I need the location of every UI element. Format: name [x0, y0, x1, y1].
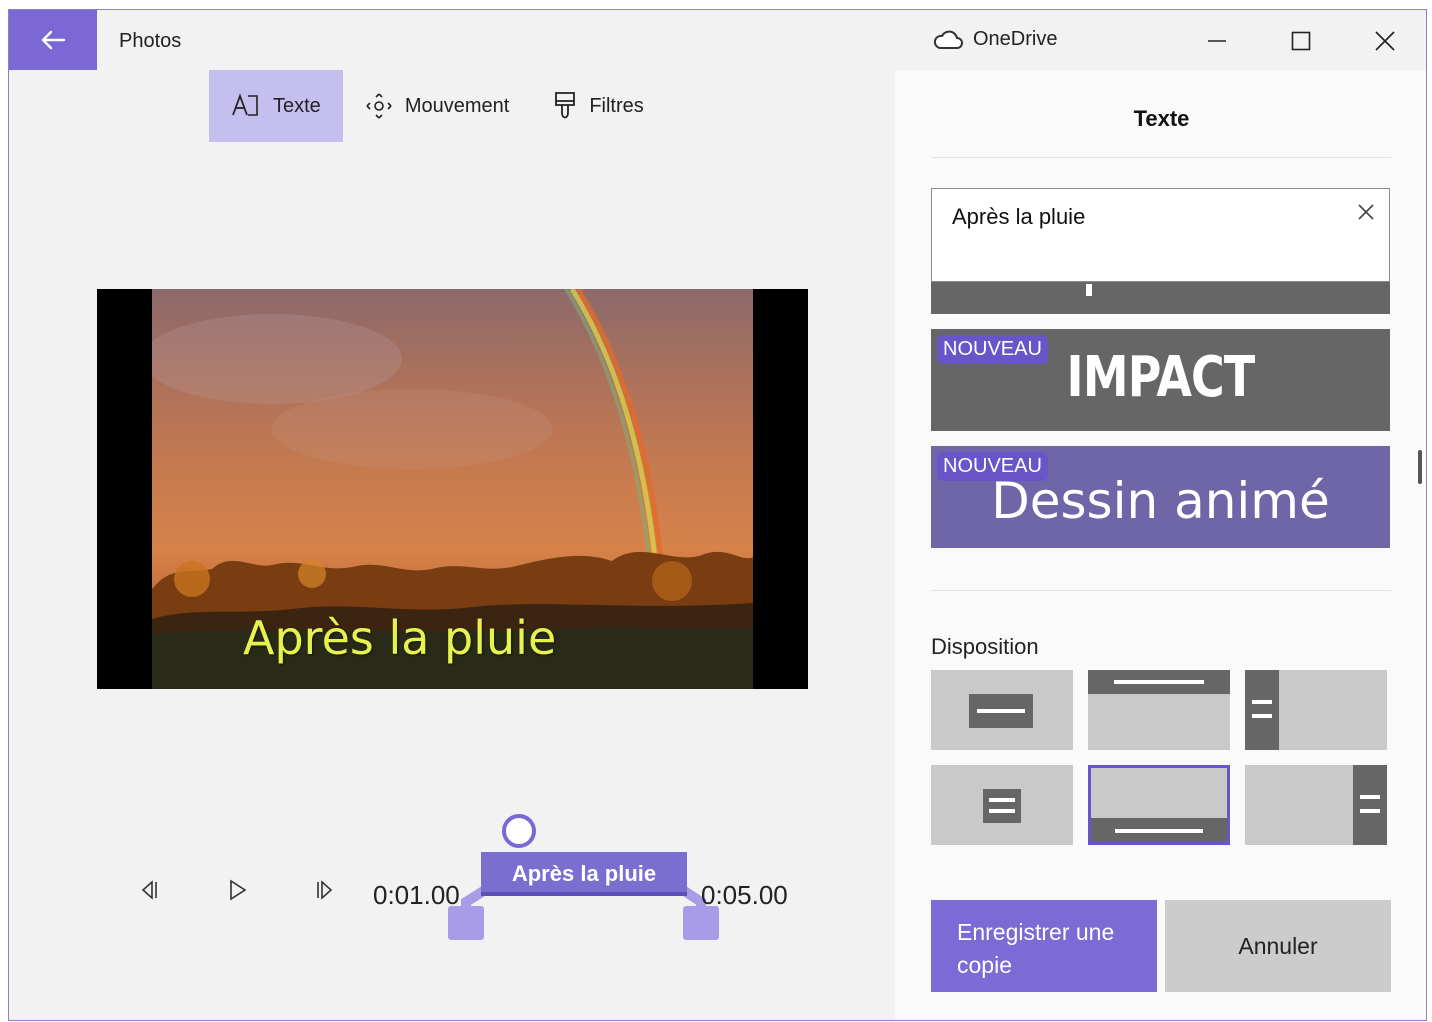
- tab-texte[interactable]: Texte: [209, 70, 343, 142]
- layout-center-box[interactable]: [931, 765, 1073, 845]
- style-option-impact[interactable]: IMPACT NOUVEAU: [931, 329, 1390, 431]
- layout-center-bar-line: [977, 709, 1025, 713]
- clear-text-button[interactable]: [1357, 203, 1375, 226]
- previous-frame-icon: [141, 880, 157, 900]
- maximize-button[interactable]: [1271, 20, 1331, 62]
- text-icon: [232, 93, 258, 116]
- onedrive-button[interactable]: OneDrive: [933, 28, 1057, 51]
- partial-style-glyph: [1086, 284, 1092, 296]
- layout-left-bar[interactable]: [1245, 670, 1387, 750]
- tab-texte-label: Texte: [273, 94, 321, 117]
- cancel-button[interactable]: Annuler: [1165, 900, 1391, 992]
- text-clip-label: Après la pluie: [511, 861, 657, 886]
- trim-end-handle[interactable]: [683, 906, 719, 940]
- back-arrow-icon: [41, 30, 66, 50]
- clear-icon: [1358, 204, 1374, 220]
- save-copy-button[interactable]: Enregistrer une copie: [931, 900, 1157, 992]
- layout-center-box-line-2: [989, 809, 1015, 813]
- panel-scrollbar-thumb[interactable]: [1418, 450, 1422, 484]
- layout-bottom-bar-line: [1115, 829, 1203, 833]
- tab-filtres[interactable]: Filtres: [531, 70, 665, 142]
- layout-left-bar-line-1: [1252, 700, 1272, 704]
- panel-divider-2: [931, 590, 1391, 591]
- panel-divider: [931, 157, 1391, 158]
- layout-left-bar-line-2: [1252, 714, 1272, 718]
- style-impact-badge: NOUVEAU: [937, 335, 1048, 364]
- tab-mouvement[interactable]: Mouvement: [343, 70, 532, 142]
- play-icon: [230, 879, 247, 901]
- text-input-box: [931, 188, 1390, 282]
- tab-mouvement-label: Mouvement: [404, 94, 510, 117]
- style-cartoon-badge: NOUVEAU: [937, 452, 1048, 481]
- app-window: Photos OneDrive Texte Mouvement Filtres …: [8, 9, 1427, 1021]
- close-button[interactable]: [1355, 20, 1415, 62]
- style-option-partial[interactable]: [931, 282, 1390, 314]
- tab-filtres-label: Filtres: [589, 94, 644, 117]
- layout-top-bar-line: [1114, 680, 1204, 684]
- play-button[interactable]: [217, 870, 257, 910]
- onedrive-label: OneDrive: [973, 28, 1058, 50]
- close-icon: [1375, 31, 1395, 51]
- editor-toolbar: Texte Mouvement Filtres: [209, 70, 666, 142]
- minimize-icon: [1208, 40, 1226, 42]
- app-title: Photos: [119, 30, 182, 52]
- trim-start-handle[interactable]: [448, 906, 484, 940]
- text-clip-bar[interactable]: Après la pluie: [481, 852, 687, 896]
- layout-left-bar-block: [1245, 670, 1279, 750]
- text-panel: Texte IMPACT NOUVEAU Dessin animé NOUVEA…: [895, 70, 1426, 1020]
- minimize-button[interactable]: [1187, 20, 1247, 62]
- style-option-dessin-anime[interactable]: Dessin animé NOUVEAU: [931, 446, 1390, 548]
- layout-right-bar-block: [1353, 765, 1387, 845]
- layout-right-bar-line-1: [1360, 795, 1380, 799]
- motion-icon: [366, 93, 392, 119]
- layout-bottom-bar[interactable]: [1088, 765, 1230, 845]
- brush-icon: [555, 92, 576, 119]
- layout-center-box-block: [983, 789, 1021, 823]
- next-frame-icon: [317, 880, 333, 900]
- previous-frame-button[interactable]: [129, 870, 169, 910]
- maximize-icon: [1291, 31, 1311, 51]
- back-button[interactable]: [9, 10, 97, 70]
- layout-right-bar-line-2: [1360, 809, 1380, 813]
- playhead-knob[interactable]: [502, 814, 536, 848]
- layout-right-bar[interactable]: [1245, 765, 1387, 845]
- next-frame-button[interactable]: [305, 870, 345, 910]
- playback-controls: 0:01.00 Après la pluie 0:05.00: [119, 814, 819, 940]
- layout-center-bar[interactable]: [931, 670, 1073, 750]
- layout-top-bar[interactable]: [1088, 670, 1230, 750]
- cloud-icon: [933, 30, 963, 49]
- end-time: 0:05.00: [701, 880, 788, 910]
- panel-title: Texte: [1133, 106, 1190, 131]
- layout-center-box-line-1: [989, 798, 1015, 802]
- disposition-label: Disposition: [931, 634, 1039, 659]
- video-preview: Après la pluie: [97, 289, 808, 689]
- title-bar: Photos OneDrive: [9, 10, 1426, 70]
- preview-overlay-text: Après la pluie: [243, 611, 557, 665]
- text-input[interactable]: [950, 203, 1334, 231]
- start-time: 0:01.00: [373, 880, 460, 910]
- trim-track-line: [481, 892, 687, 896]
